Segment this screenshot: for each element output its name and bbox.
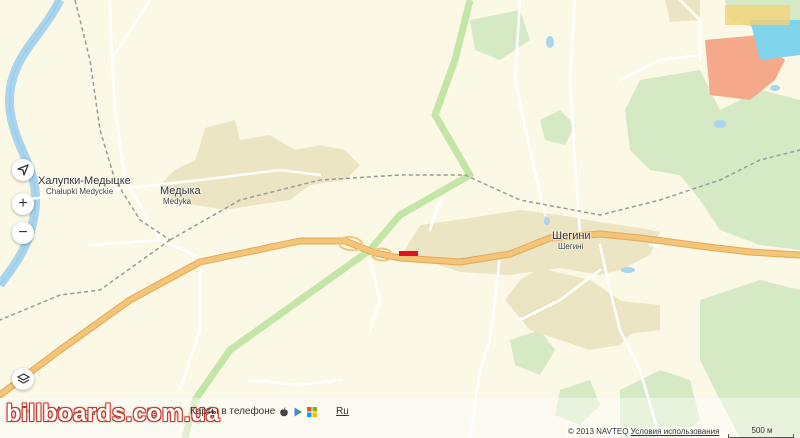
- phone-apps-label: Карты в телефоне: [190, 406, 276, 417]
- copyright-text: © 2013 NAVTEQ: [568, 427, 629, 436]
- locate-button[interactable]: [12, 159, 34, 181]
- location-marker[interactable]: [399, 251, 418, 256]
- minor-roads: [18, 0, 722, 438]
- scale-bar: [728, 434, 794, 438]
- windows-icon[interactable]: [307, 406, 318, 417]
- plus-icon: +: [18, 195, 28, 212]
- minus-icon: −: [18, 224, 28, 241]
- apple-icon[interactable]: [279, 407, 289, 417]
- navigation-arrow-icon: [17, 164, 29, 176]
- copyright: © 2013 NAVTEQ Условия использования: [566, 427, 722, 436]
- zoom-in-button[interactable]: +: [12, 193, 34, 215]
- brand-watermark: billboards.com.ua: [6, 400, 220, 427]
- state-border: [181, 0, 474, 438]
- place-label-chalupki: Халупки-Медыцке: [38, 175, 131, 187]
- industrial-area: [705, 5, 800, 100]
- place-label-medyka: Медыка: [160, 185, 201, 197]
- layers-icon: [16, 372, 30, 384]
- place-label-shehyni: Шегини: [552, 230, 591, 242]
- place-sublabel-chalupki: Chałupki Medyckie: [46, 187, 114, 196]
- zoom-out-button[interactable]: −: [12, 222, 34, 244]
- terms-link[interactable]: Условия использования: [631, 427, 720, 436]
- play-icon[interactable]: [293, 407, 303, 417]
- place-sublabel-shehyni: Шегині: [558, 242, 584, 251]
- mobile-apps-link[interactable]: Карты в телефоне: [190, 406, 318, 417]
- highway: [0, 230, 800, 399]
- language-switch[interactable]: Ru: [336, 406, 349, 417]
- layers-button[interactable]: [12, 368, 34, 390]
- river: [0, 0, 65, 288]
- map-canvas[interactable]: [0, 0, 800, 438]
- place-sublabel-medyka: Medyka: [163, 197, 192, 206]
